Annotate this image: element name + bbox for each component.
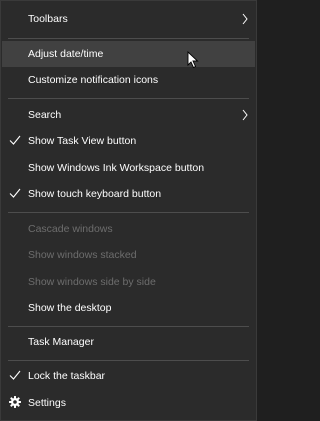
menu-item-show-windows-stacked: Show windows stacked <box>2 242 255 268</box>
menu-item-label: Show touch keyboard button <box>28 188 162 200</box>
menu-item-label: Show windows stacked <box>28 249 137 261</box>
menu-item-show-touch-keyboard[interactable]: Show touch keyboard button <box>2 181 255 207</box>
menu-item-label: Adjust date/time <box>28 48 104 60</box>
menu-item-show-windows-side-by-side: Show windows side by side <box>2 269 255 295</box>
menu-item-label: Toolbars <box>28 13 68 25</box>
menu-item-label: Show windows side by side <box>28 276 156 288</box>
menu-separator <box>8 38 249 39</box>
checkmark-icon <box>9 135 21 145</box>
mouse-cursor-icon <box>187 51 199 69</box>
menu-item-cascade-windows: Cascade windows <box>2 216 255 242</box>
menu-item-label: Task Manager <box>28 336 94 348</box>
checkmark-icon <box>9 188 21 198</box>
taskbar-context-menu: Toolbars Adjust date/time Customize noti… <box>0 0 257 421</box>
menu-item-customize-notification-icons[interactable]: Customize notification icons <box>2 67 255 93</box>
menu-item-label: Show Windows Ink Workspace button <box>28 162 205 174</box>
menu-separator <box>8 212 249 213</box>
menu-item-settings[interactable]: Settings <box>2 390 255 416</box>
menu-item-show-ink-workspace[interactable]: Show Windows Ink Workspace button <box>2 155 255 181</box>
chevron-right-icon <box>242 13 248 25</box>
menu-item-toolbars[interactable]: Toolbars <box>2 6 255 32</box>
menu-item-label: Lock the taskbar <box>28 370 106 382</box>
menu-item-label: Customize notification icons <box>28 74 159 86</box>
menu-item-label: Settings <box>28 397 66 409</box>
menu-separator <box>8 98 249 99</box>
menu-item-label: Show the desktop <box>28 302 112 314</box>
menu-separator <box>8 360 249 361</box>
menu-item-label: Show Task View button <box>28 135 137 147</box>
menu-item-show-desktop[interactable]: Show the desktop <box>2 295 255 321</box>
chevron-right-icon <box>242 109 248 121</box>
gear-icon <box>9 396 21 408</box>
menu-separator <box>8 326 249 327</box>
checkmark-icon <box>9 370 21 380</box>
menu-item-label: Cascade windows <box>28 223 113 235</box>
menu-item-show-task-view[interactable]: Show Task View button <box>2 128 255 154</box>
menu-item-task-manager[interactable]: Task Manager <box>2 329 255 355</box>
menu-item-adjust-date-time[interactable]: Adjust date/time <box>2 41 255 67</box>
menu-item-label: Search <box>28 109 62 121</box>
menu-item-lock-taskbar[interactable]: Lock the taskbar <box>2 363 255 389</box>
menu-item-search[interactable]: Search <box>2 102 255 128</box>
